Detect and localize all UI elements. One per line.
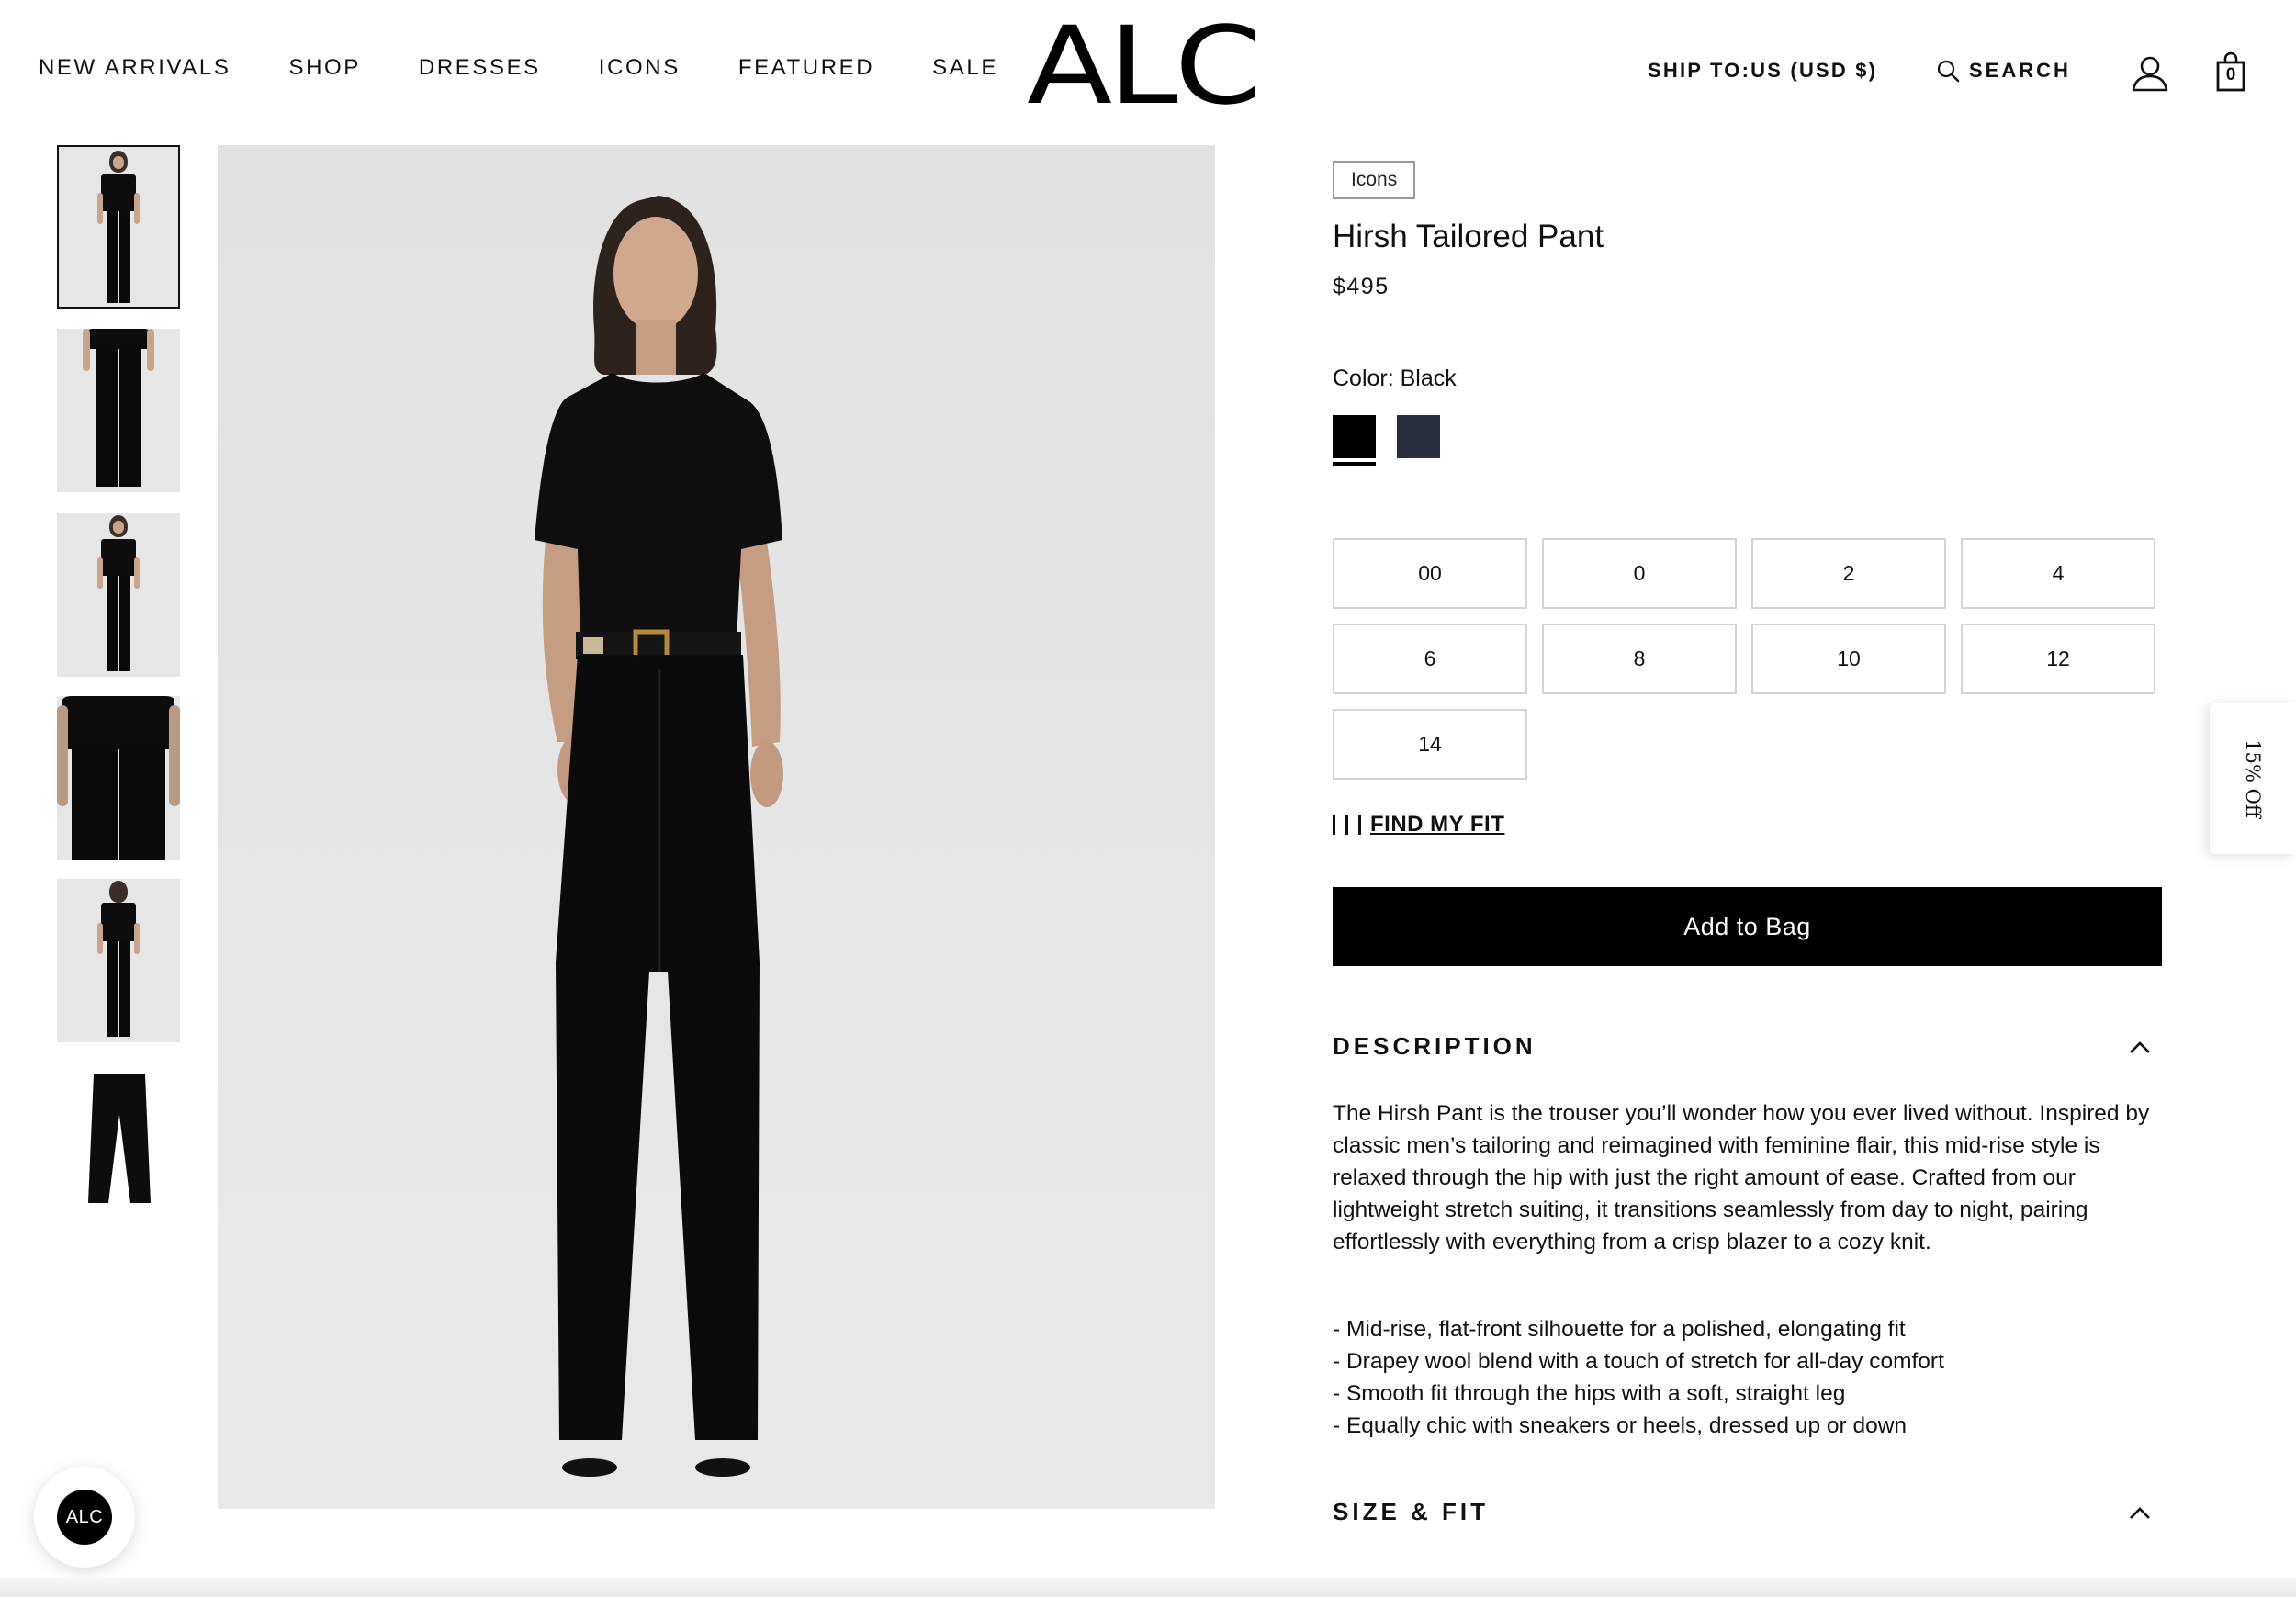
product-title: Hirsh Tailored Pant bbox=[1333, 219, 1604, 254]
pants-flat-lay-image bbox=[88, 1074, 151, 1203]
model-figure-small bbox=[57, 696, 180, 860]
model-figure-small bbox=[94, 881, 143, 1039]
search-icon bbox=[1937, 60, 1960, 83]
model-figure-small bbox=[83, 329, 154, 492]
size-fit-accordion-header[interactable]: SIZE & FIT bbox=[1333, 1498, 2162, 1535]
nav-dresses[interactable]: DRESSES bbox=[419, 55, 541, 81]
bullet-item: - Mid-rise, flat-front silhouette for a … bbox=[1333, 1317, 1906, 1342]
size-option-6[interactable]: 6 bbox=[1333, 624, 1527, 694]
add-to-bag-button[interactable]: Add to Bag bbox=[1333, 887, 2162, 966]
bottom-edge bbox=[0, 1578, 2296, 1597]
size-option-10[interactable]: 10 bbox=[1751, 624, 1946, 694]
model-figure-small bbox=[94, 515, 143, 673]
bullet-item: - Smooth fit through the hips with a sof… bbox=[1333, 1381, 1846, 1406]
thumbnail-back-full[interactable] bbox=[57, 879, 180, 1042]
color-label: Color: Black bbox=[1333, 366, 1457, 391]
site-header: NEW ARRIVALS SHOP DRESSES ICONS FEATURED… bbox=[0, 0, 2296, 145]
model-photo bbox=[535, 196, 783, 1477]
brand-logo[interactable]: ALC bbox=[1027, 13, 1262, 120]
chevron-up-icon bbox=[2130, 1041, 2150, 1053]
find-my-fit-link[interactable]: FIND MY FIT bbox=[1370, 812, 1504, 838]
nav-sale[interactable]: SALE bbox=[932, 55, 998, 81]
size-option-8[interactable]: 8 bbox=[1542, 624, 1737, 694]
description-heading: DESCRIPTION bbox=[1333, 1032, 1536, 1060]
thumbnail-flat-lay[interactable] bbox=[57, 1063, 180, 1227]
size-option-0[interactable]: 0 bbox=[1542, 538, 1737, 609]
size-option-12[interactable]: 12 bbox=[1961, 624, 2155, 694]
promo-label: 15% Off bbox=[2242, 739, 2264, 818]
discount-promo-tab[interactable]: 15% Off bbox=[2210, 703, 2296, 854]
size-fit-heading: SIZE & FIT bbox=[1333, 1498, 1489, 1525]
ship-to-selector[interactable]: SHIP TO:US (USD $) bbox=[1648, 59, 1877, 83]
account-button[interactable] bbox=[2131, 53, 2169, 96]
search-button[interactable]: SEARCH bbox=[1936, 59, 2071, 83]
thumbnail-front-full[interactable] bbox=[57, 145, 180, 309]
product-price: $495 bbox=[1333, 274, 1390, 299]
shopping-bag-button[interactable]: 0 bbox=[2215, 51, 2246, 92]
chat-logo: ALC bbox=[57, 1490, 112, 1545]
nav-shop[interactable]: SHOP bbox=[288, 55, 360, 81]
description-text: The Hirsh Pant is the trouser you’ll won… bbox=[1333, 1101, 2150, 1254]
user-icon bbox=[2132, 56, 2168, 92]
nav-featured[interactable]: FEATURED bbox=[738, 55, 874, 81]
size-option-00[interactable]: 00 bbox=[1333, 538, 1527, 609]
description-bullets: - Mid-rise, flat-front silhouette for a … bbox=[1333, 1313, 2162, 1442]
find-my-fit-row: FIND MY FIT bbox=[1333, 812, 1504, 838]
selected-swatch-indicator bbox=[1333, 462, 1376, 466]
collection-badge[interactable]: Icons bbox=[1333, 161, 1416, 199]
fit-bars-icon bbox=[1333, 815, 1361, 835]
description-accordion-header[interactable]: DESCRIPTION bbox=[1333, 1032, 2162, 1069]
size-option-2[interactable]: 2 bbox=[1751, 538, 1946, 609]
thumbnail-legs-front[interactable] bbox=[57, 329, 180, 492]
main-product-image[interactable] bbox=[218, 145, 1215, 1509]
nav-new-arrivals[interactable]: NEW ARRIVALS bbox=[39, 55, 231, 81]
search-label: SEARCH bbox=[1969, 59, 2071, 82]
main-nav: NEW ARRIVALS SHOP DRESSES ICONS FEATURED… bbox=[39, 55, 1056, 81]
model-figure-small bbox=[94, 151, 143, 305]
size-option-14[interactable]: 14 bbox=[1333, 709, 1527, 780]
bullet-item: - Drapey wool blend with a touch of stre… bbox=[1333, 1349, 1944, 1374]
color-swatch-navy[interactable] bbox=[1397, 415, 1440, 458]
bag-count: 0 bbox=[2225, 65, 2236, 84]
color-swatch-black[interactable] bbox=[1333, 415, 1376, 458]
chat-launcher-button[interactable]: ALC bbox=[34, 1467, 135, 1568]
size-option-4[interactable]: 4 bbox=[1961, 538, 2155, 609]
thumbnail-front-full-2[interactable] bbox=[57, 513, 180, 677]
thumbnail-back-detail[interactable] bbox=[57, 696, 180, 860]
bullet-item: - Equally chic with sneakers or heels, d… bbox=[1333, 1413, 1908, 1438]
nav-icons[interactable]: ICONS bbox=[599, 55, 681, 81]
chevron-up-icon bbox=[2130, 1507, 2150, 1519]
